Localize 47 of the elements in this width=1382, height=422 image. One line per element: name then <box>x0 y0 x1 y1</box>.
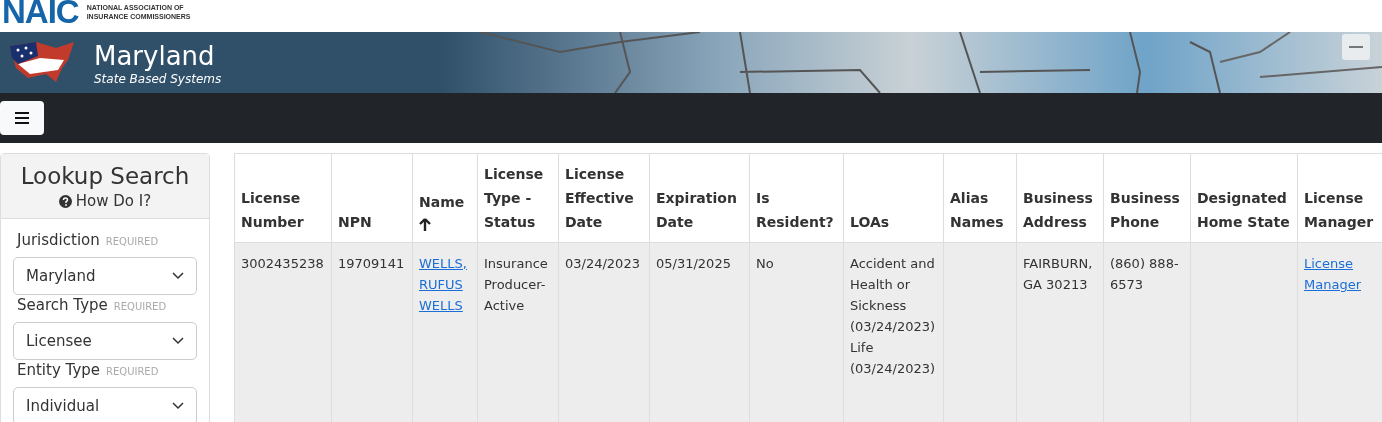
field-label: Search Type <box>17 296 108 314</box>
select-field[interactable]: Individual <box>13 387 197 422</box>
select-field[interactable]: Maryland <box>13 257 197 295</box>
column-header[interactable]: Expiration Date <box>649 153 750 243</box>
required-label: REQUIRED <box>113 301 167 312</box>
field-label: Entity Type <box>17 361 100 379</box>
table-cell: No <box>749 242 844 422</box>
column-header[interactable]: License Manager <box>1297 153 1382 243</box>
help-link[interactable]: How Do I? <box>58 192 152 210</box>
menu-button[interactable] <box>0 101 44 135</box>
table-cell: Accident and Health or Sickness (03/24/2023) Life (03/24/2023) <box>843 242 944 422</box>
table-cell: 3002435238 <box>234 242 332 422</box>
column-header[interactable]: Alias Names <box>943 153 1017 243</box>
help-icon <box>58 194 72 208</box>
column-header[interactable]: Designated Home State <box>1190 153 1298 243</box>
chevron-down-icon <box>172 272 184 280</box>
column-header[interactable]: License Number <box>234 153 332 243</box>
table-cell: 19709141 <box>331 242 413 422</box>
logo: NAIC <box>2 0 79 28</box>
column-header[interactable]: NPN <box>331 153 413 243</box>
column-header[interactable]: License Effective Date <box>558 153 650 243</box>
column-header[interactable]: LOAs <box>843 153 944 243</box>
column-header[interactable]: License Type - Status <box>477 153 559 243</box>
table-cell: FAIRBURN, GA 30213 <box>1016 242 1104 422</box>
required-label: REQUIRED <box>105 236 159 247</box>
table-cell: 05/31/2025 <box>649 242 750 422</box>
column-header[interactable]: Name <box>412 153 478 243</box>
panel-title: Lookup Search <box>20 162 190 191</box>
select-field[interactable]: Licensee <box>13 322 197 360</box>
state-title: Maryland <box>94 39 216 72</box>
column-header[interactable]: Business Phone <box>1103 153 1191 243</box>
menu-icon <box>15 112 29 124</box>
table-link[interactable]: WELLS, RUFUS WELLS <box>419 253 471 316</box>
table-cell: Insurance Producer-Active <box>477 242 559 422</box>
sort-up-icon <box>419 218 431 232</box>
minimize-button[interactable] <box>1342 34 1370 60</box>
subtitle: State Based Systems <box>94 71 222 86</box>
chevron-down-icon <box>172 402 184 410</box>
chevron-down-icon <box>172 337 184 345</box>
table-cell: 03/24/2023 <box>558 242 650 422</box>
table-link[interactable]: License Manager <box>1304 253 1377 295</box>
field-label: Jurisdiction <box>17 231 100 249</box>
column-header[interactable]: Business Address <box>1016 153 1104 243</box>
table-cell: (860) 888-6573 <box>1103 242 1191 422</box>
required-label: REQUIRED <box>106 366 159 377</box>
minus-icon <box>1349 46 1363 48</box>
column-header[interactable]: Is Resident? <box>749 153 844 243</box>
